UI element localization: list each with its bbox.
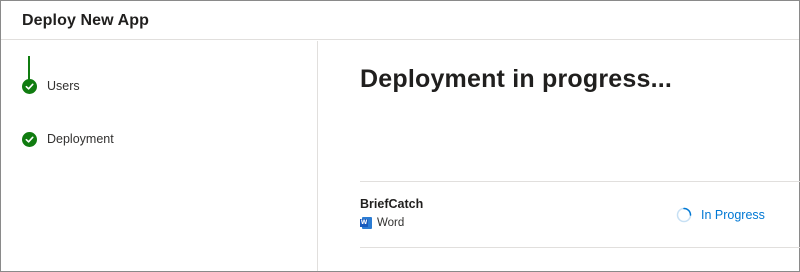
app-name: BriefCatch xyxy=(360,197,424,211)
status-label: In Progress xyxy=(701,208,765,222)
word-icon: W xyxy=(360,217,372,229)
divider-bottom xyxy=(360,247,800,248)
app-type: W Word xyxy=(360,216,404,230)
app-type-label: Word xyxy=(377,217,405,229)
divider-top xyxy=(360,181,800,182)
step-users[interactable]: Users xyxy=(22,78,80,94)
deploy-dialog: Deploy New App Users Deployment Deployme… xyxy=(0,0,800,272)
deployment-status: In Progress xyxy=(676,207,765,223)
step-deployment-label: Deployment xyxy=(47,132,114,146)
spinner-icon xyxy=(676,207,692,223)
dialog-header: Deploy New App xyxy=(1,1,799,40)
checkmark-circle-icon xyxy=(22,131,37,147)
step-users-label: Users xyxy=(47,79,80,93)
dialog-title: Deploy New App xyxy=(22,12,150,29)
steps-sidebar xyxy=(1,41,318,271)
checkmark-circle-icon xyxy=(22,78,37,94)
step-deployment[interactable]: Deployment xyxy=(22,131,114,147)
page-title: Deployment in progress... xyxy=(360,65,673,93)
